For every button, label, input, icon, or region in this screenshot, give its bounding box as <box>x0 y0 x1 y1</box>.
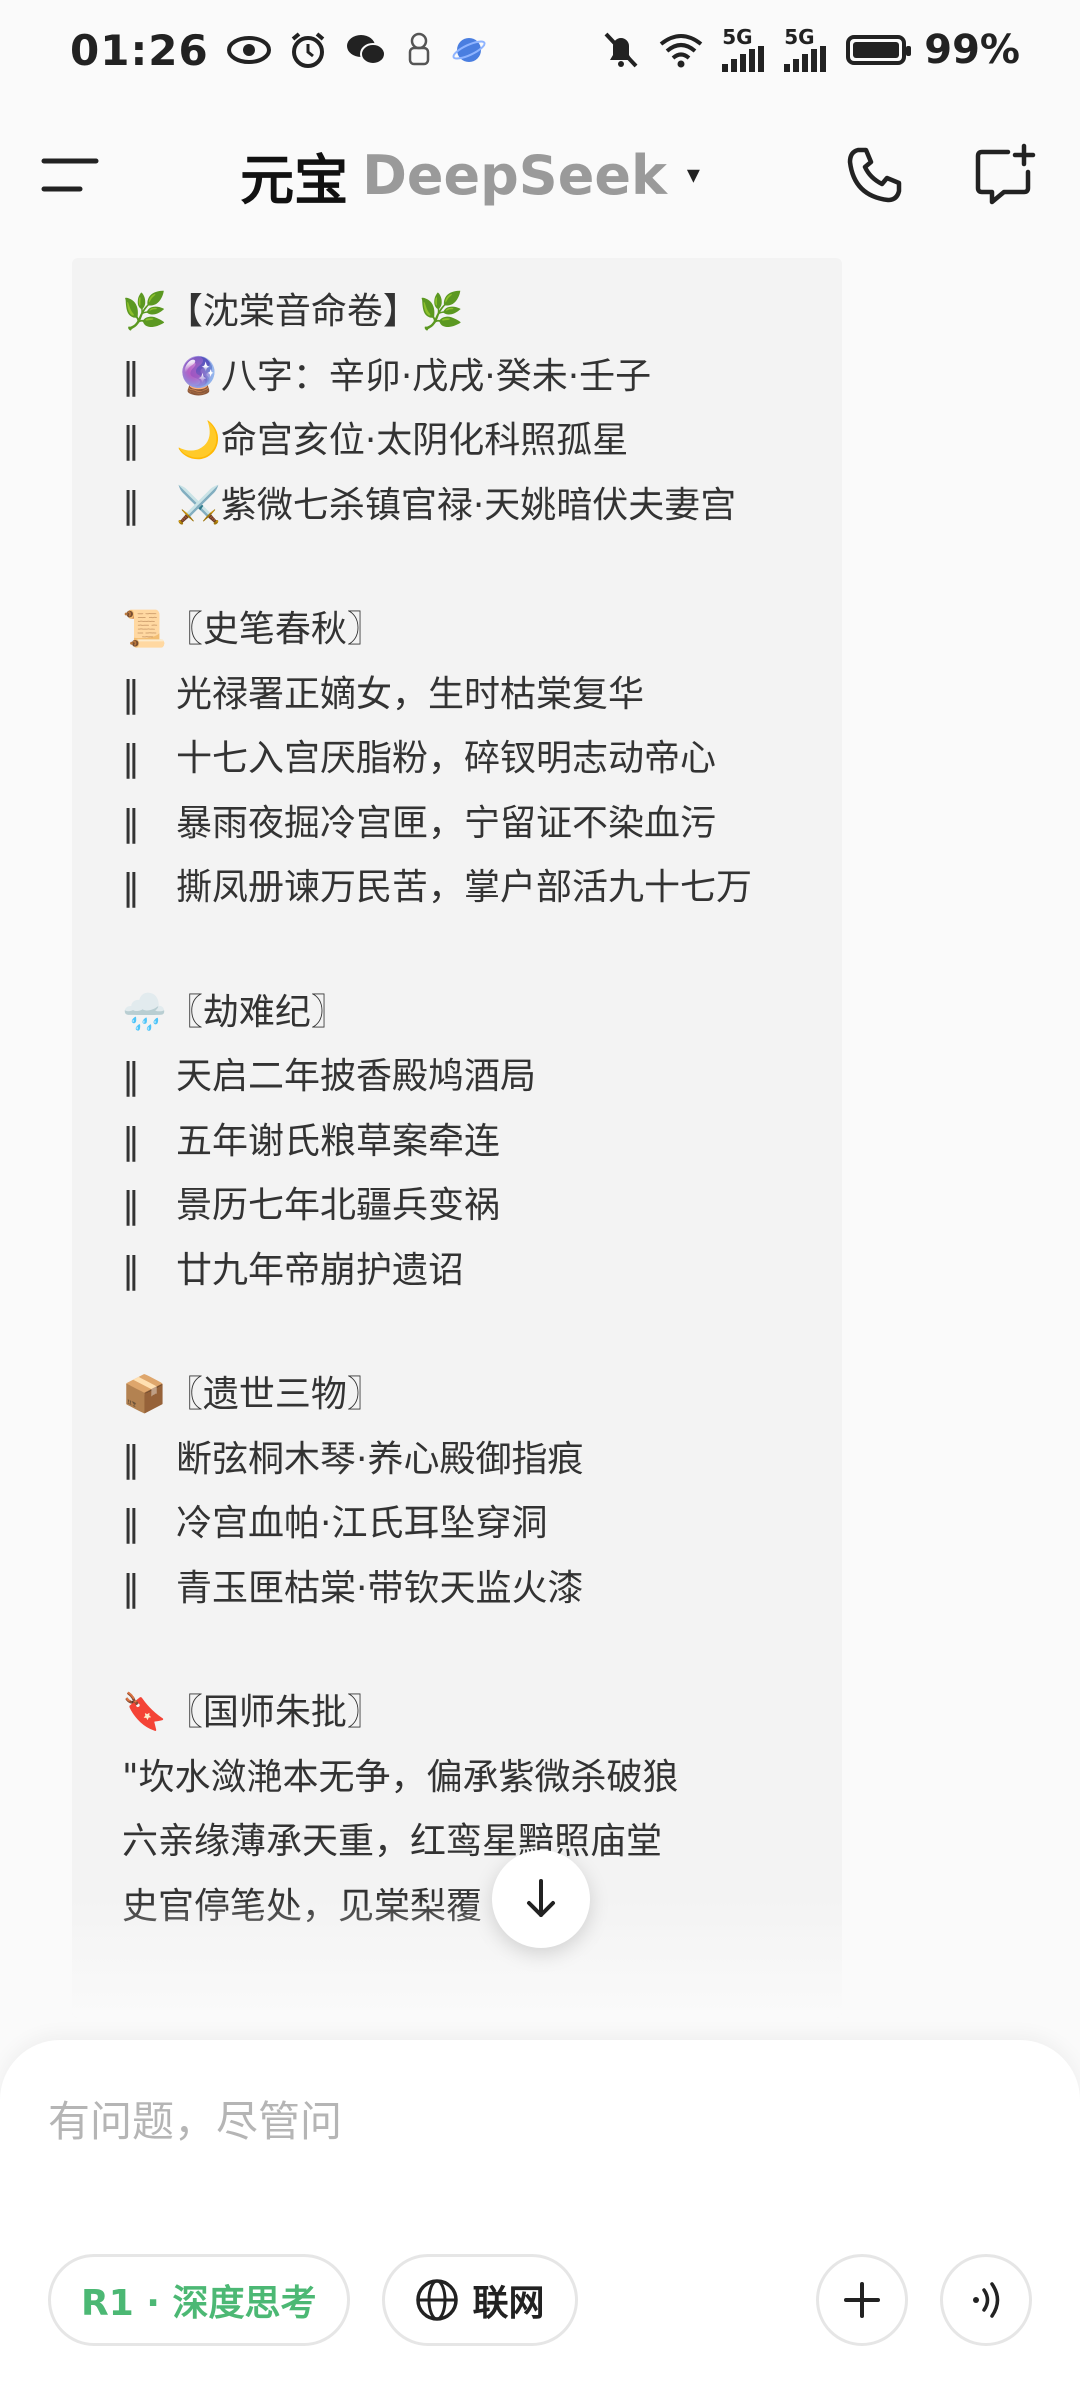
status-right: 5G 5G 99% <box>602 27 1020 73</box>
mode-chips: R1 · 深度思考 联网 <box>48 2254 578 2346</box>
message-input[interactable]: 有问题，尽管问 <box>48 2088 342 2149</box>
alarm-icon <box>289 31 327 69</box>
web-search-label: 联网 <box>472 2283 545 2324</box>
content-line: ‖ 光禄署正嫡女，生时枯棠复华 <box>122 673 645 715</box>
battery-percent: 99% <box>924 27 1020 73</box>
status-time: 01:26 <box>70 25 209 75</box>
model-selector[interactable]: 元宝 DeepSeek ▾ <box>240 136 700 215</box>
signal-icon-1: 5G <box>722 25 766 72</box>
content-line: "坎水潋滟本无争，偏承紫微杀破狼 <box>122 1756 679 1798</box>
new-chat-icon <box>975 143 1036 205</box>
content-block: 📜〖史笔春秋〗 ‖ 光禄署正嫡女，生时枯棠复华 ‖ 十七入宫厌脂粉，碎钗明志动帝心 ‖… <box>122 598 792 921</box>
content-line: ‖ 五年谢氏粮草案牵连 <box>122 1120 501 1162</box>
new-chat-button[interactable] <box>970 140 1040 210</box>
content-line: 🌧️〖劫难纪〗 <box>122 991 347 1033</box>
content-line: 🌿【沈棠音命卷】🌿 <box>122 291 464 332</box>
status-left: 01:26 <box>70 26 487 75</box>
screen: 01:26 5G 5G 99% 元宝 DeepSeek ▾ 🌿【沈棠音命卷】🌿 … <box>0 0 1080 2400</box>
content-line: ‖ 十七入宫厌脂粉，碎钗明志动帝心 <box>122 738 717 779</box>
status-bar: 01:26 5G 5G 99% <box>0 0 1080 100</box>
brand-secondary: DeepSeek <box>362 143 667 207</box>
assistant-message: 🌿【沈棠音命卷】🌿 ‖ 🔮八字：辛卯·戊戌·癸未·壬子 ‖ 🌙命宫亥位·太阴化科照孤… <box>72 258 842 2018</box>
wifi-icon <box>658 32 704 68</box>
eye-icon <box>226 35 271 65</box>
deep-think-toggle[interactable]: R1 · 深度思考 <box>48 2254 350 2346</box>
composer-toolbar: R1 · 深度思考 联网 <box>48 2252 1032 2348</box>
content-line: ‖ 廿九年帝崩护遗诏 <box>122 1249 465 1291</box>
content-line: ‖ 🌙命宫亥位·太阴化科照孤星 <box>122 420 629 461</box>
phone-call-button[interactable] <box>840 140 910 210</box>
scroll-down-button[interactable] <box>492 1850 590 1948</box>
mute-bell-icon <box>602 30 640 70</box>
content-line: ‖ 冷宫血帕·江氏耳坠穿洞 <box>122 1503 548 1544</box>
content-line: 🔖〖国师朱批〗 <box>122 1692 383 1733</box>
content-line: 📦〖遗世三物〗 <box>122 1374 383 1415</box>
battery-icon <box>846 35 912 65</box>
brand-primary: 元宝 <box>240 148 349 212</box>
planet-icon <box>451 32 487 68</box>
network-label-2: 5G <box>784 25 815 49</box>
composer: 有问题，尽管问 R1 · 深度思考 联网 <box>0 2040 1080 2400</box>
content-line: ‖ 青玉匣枯棠·带钦天监火漆 <box>122 1567 584 1609</box>
content-line: ‖ 暴雨夜掘冷宫匣，宁留证不染血污 <box>122 802 717 844</box>
snowman-icon <box>405 32 433 68</box>
app-header: 元宝 DeepSeek ▾ <box>0 100 1080 250</box>
network-label-1: 5G <box>722 25 753 49</box>
content-block: 📦〖遗世三物〗 ‖ 断弦桐木琴·养心殿御指痕 ‖ 冷宫血帕·江氏耳坠穿洞 ‖ 青玉匣枯… <box>122 1363 792 1621</box>
content-line: ‖ 断弦桐木琴·养心殿御指痕 <box>122 1438 584 1480</box>
content-block: 🌧️〖劫难纪〗 ‖ 天启二年披香殿鸠酒局 ‖ 五年谢氏粮草案牵连 ‖ 景历七年北疆兵变… <box>122 981 792 1304</box>
content-fade <box>72 1898 842 2018</box>
menu-icon[interactable] <box>40 145 100 205</box>
wechat-icon <box>345 32 387 68</box>
voice-input-button[interactable] <box>940 2254 1032 2346</box>
content-line: ‖ 景历七年北疆兵变祸 <box>122 1185 501 1226</box>
content-line: ‖ 撕凤册谏万民苦，掌户部活九十七万 <box>122 867 753 908</box>
plus-icon <box>844 2282 880 2318</box>
globe-icon <box>415 2279 458 2321</box>
deep-think-label: R1 · 深度思考 <box>81 2283 317 2324</box>
voice-wave-icon <box>973 2282 1000 2318</box>
composer-actions <box>816 2254 1032 2346</box>
header-actions <box>840 140 1040 210</box>
web-search-toggle[interactable]: 联网 <box>381 2254 578 2346</box>
add-attachment-button[interactable] <box>816 2254 908 2346</box>
content-line: 📜〖史笔春秋〗 <box>122 609 383 650</box>
phone-icon <box>847 147 902 203</box>
content-line: 六亲缘薄承天重，红鸾星黯照庙堂 <box>122 1821 663 1862</box>
content-line: ‖ 🔮八字：辛卯·戊戌·癸未·壬子 <box>122 355 652 397</box>
content-line: ‖ 天启二年披香殿鸠酒局 <box>122 1056 537 1097</box>
signal-icon-2: 5G <box>784 25 828 72</box>
caret-down-icon: ▾ <box>686 160 700 190</box>
content-line: ‖ ⚔️紫微七杀镇官禄·天姚暗伏夫妻宫 <box>122 484 737 526</box>
content-block: 🌿【沈棠音命卷】🌿 ‖ 🔮八字：辛卯·戊戌·癸未·壬子 ‖ 🌙命宫亥位·太阴化科照孤… <box>122 280 792 538</box>
arrow-down-icon <box>527 1879 555 1917</box>
